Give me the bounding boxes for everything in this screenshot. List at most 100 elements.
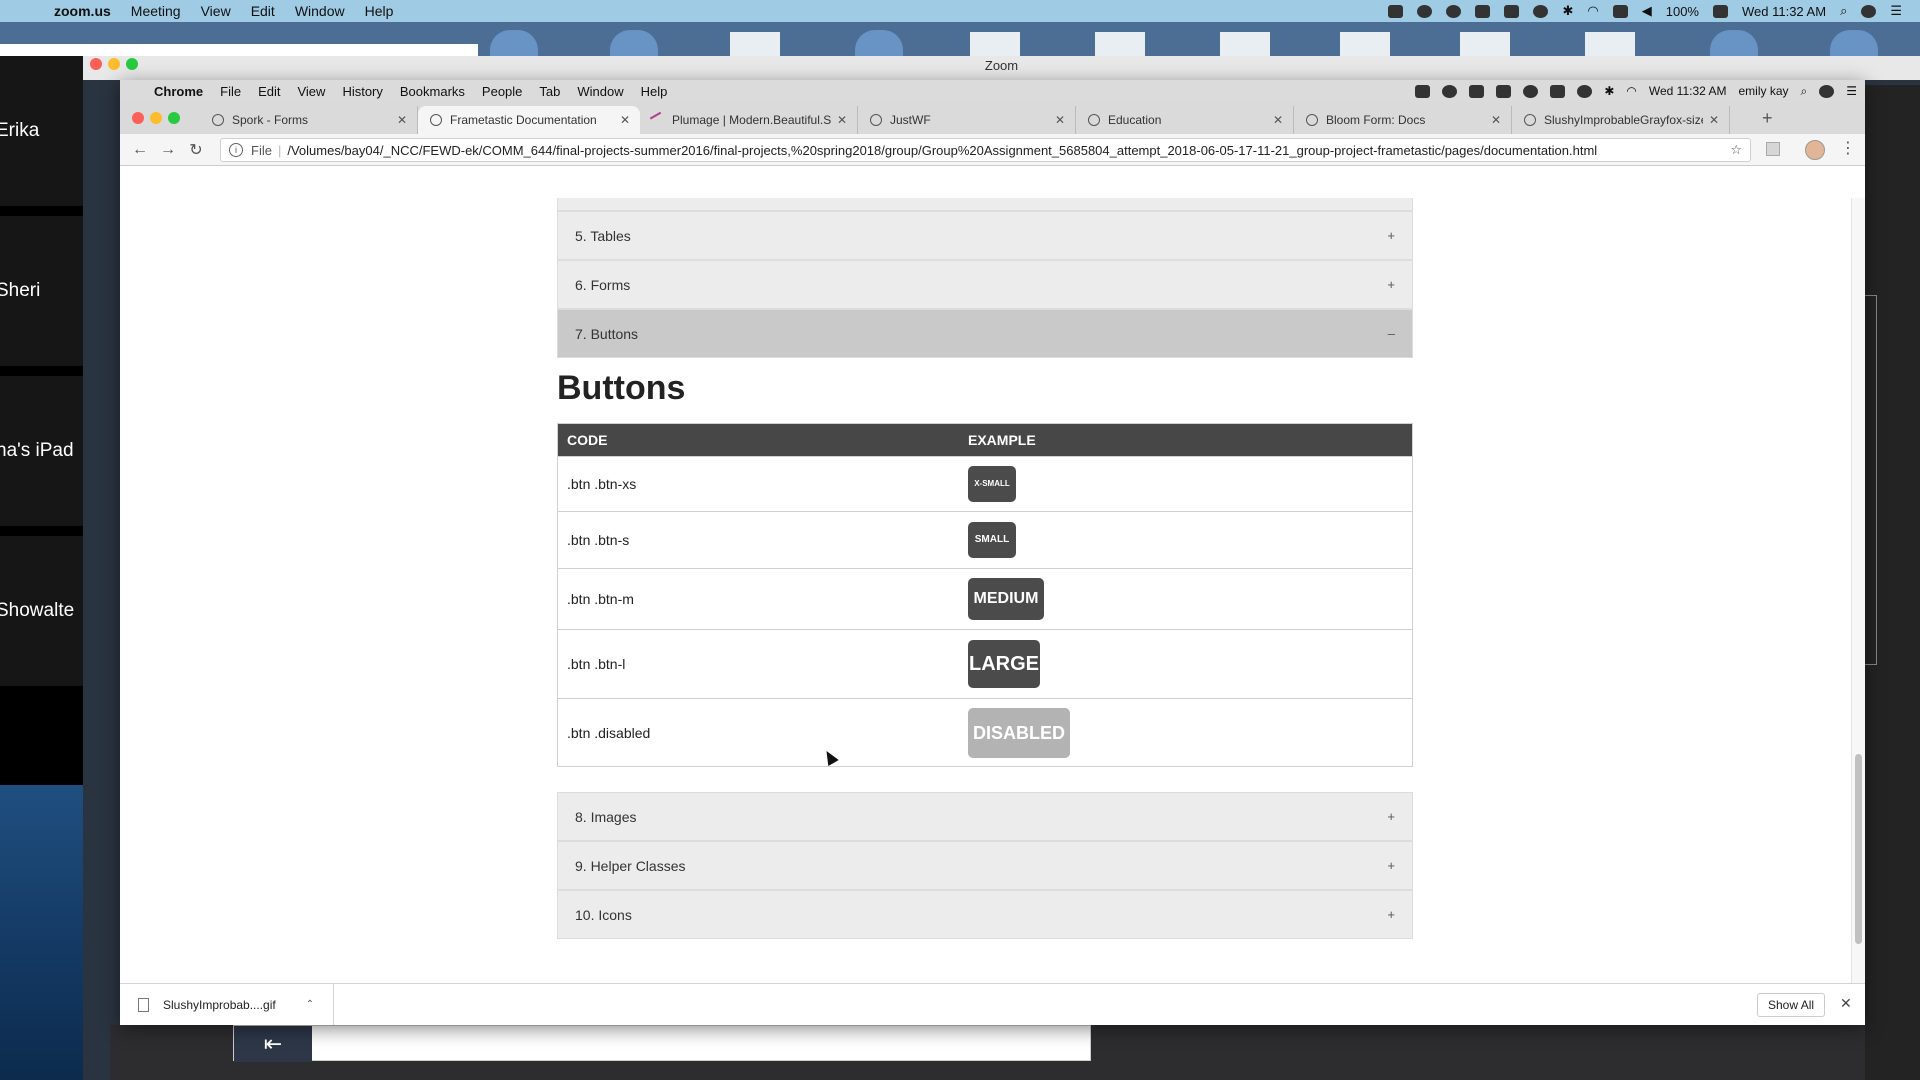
menu-chrome[interactable]: Chrome [154,84,203,99]
time-machine-icon[interactable] [1533,4,1549,18]
menu-meeting[interactable]: Meeting [131,3,181,19]
siri-icon[interactable] [1819,84,1835,98]
chrome-menubar-clock[interactable]: Wed 11:32 AM [1649,84,1727,98]
menu-file[interactable]: File [220,84,241,99]
participant-tile[interactable]: Erika [0,56,83,206]
spotify-icon[interactable] [1523,84,1539,98]
collapse-arrow-icon[interactable]: ⇤ [234,1026,312,1062]
siri-icon[interactable] [1861,4,1877,18]
menu-bookmarks[interactable]: Bookmarks [400,84,465,99]
accordion-item-forms[interactable]: 6. Forms + [557,260,1413,309]
large-button[interactable]: LARGE [968,640,1040,688]
browser-tab[interactable]: Plumage | Modern.Beautiful.Si ✕ [640,106,858,134]
menubar-clock[interactable]: Wed 11:32 AM [1742,4,1826,19]
close-tab-icon[interactable]: ✕ [397,113,407,127]
wifi-icon[interactable]: ◠ [1587,3,1598,19]
time-machine-icon[interactable] [1577,84,1593,98]
profile-avatar[interactable] [1805,140,1825,160]
participant-tile[interactable]: Sheri [0,216,83,366]
dropbox-icon[interactable] [1475,4,1491,18]
screen-icon[interactable] [1496,84,1512,98]
scrollbar-thumb[interactable] [1855,754,1862,944]
reload-icon[interactable]: ↻ [182,140,210,160]
browser-tab-active[interactable]: Frametastic Documentation ✕ [418,106,640,134]
x-small-button[interactable]: X-SMALL [968,466,1016,502]
input-source-icon[interactable] [1612,4,1628,18]
close-tab-icon[interactable]: ✕ [1273,113,1283,127]
messages-icon[interactable] [1417,4,1433,18]
browser-tab[interactable]: Education ✕ [1076,106,1294,134]
chevron-up-icon[interactable]: ⌃ [306,999,314,1010]
forward-arrow-icon[interactable]: → [154,141,182,159]
minimize-window-button[interactable] [108,58,120,70]
show-all-downloads-button[interactable]: Show All [1757,993,1826,1017]
wifi-icon[interactable]: ◠ [1626,84,1636,98]
airplay-icon[interactable] [1550,84,1566,98]
accordion-item-images[interactable]: 8. Images + [557,792,1413,841]
participant-tile[interactable]: Showalte [0,536,83,686]
spotlight-icon[interactable]: ⌕ [1840,3,1847,19]
accordion-item-buttons[interactable]: 7. Buttons – [557,309,1413,358]
menu-view[interactable]: View [297,84,325,99]
close-tab-icon[interactable]: ✕ [620,113,630,127]
browser-tab[interactable]: SlushyImprobableGrayfox-size ✕ [1512,106,1730,134]
browser-tab[interactable]: JustWF ✕ [858,106,1076,134]
airplay-icon[interactable] [1504,4,1520,18]
close-window-button[interactable] [132,112,144,124]
volume-icon[interactable]: ◀ [1642,3,1652,19]
spotlight-icon[interactable]: ⌕ [1801,84,1808,99]
menu-history[interactable]: History [342,84,382,99]
menu-help[interactable]: Help [365,3,394,19]
zoom-window-button[interactable] [168,112,180,124]
small-button[interactable]: SMALL [968,522,1016,558]
close-tab-icon[interactable]: ✕ [837,113,847,127]
puzzle-icon[interactable] [1469,84,1485,98]
browser-tab[interactable]: Bloom Form: Docs ✕ [1294,106,1512,134]
menu-tab[interactable]: Tab [539,84,560,99]
bookmark-star-icon[interactable]: ☆ [1730,142,1742,158]
zoom-window-button[interactable] [126,58,138,70]
menu-view[interactable]: View [201,3,231,19]
participant-tile[interactable]: na's iPad [0,376,83,526]
download-item[interactable]: SlushyImprobab....gif ⌃ [120,983,334,1025]
close-tab-icon[interactable]: ✕ [1709,113,1719,127]
address-bar[interactable]: i File | /Volumes/bay04/_NCC/FEWD-ek/COM… [220,138,1751,162]
more-menu-icon[interactable]: ⋮ [1840,138,1856,158]
back-arrow-icon[interactable]: ← [126,141,154,159]
browser-tab[interactable]: Spork - Forms ✕ [200,106,418,134]
zoom-status-icon[interactable] [1388,4,1404,18]
zoom-window-title: Zoom [83,56,1920,80]
close-download-bar-icon[interactable]: ✕ [1840,995,1852,1012]
new-tab-button[interactable]: + [1762,108,1773,129]
extension-icon[interactable] [1766,142,1780,156]
close-tab-icon[interactable]: ✕ [1491,113,1501,127]
menu-edit[interactable]: Edit [258,84,280,99]
menu-edit[interactable]: Edit [251,3,275,19]
battery-icon[interactable] [1712,4,1728,18]
dropbox-icon[interactable] [1415,84,1431,98]
info-icon[interactable]: i [229,143,243,157]
user-name[interactable]: emily kay [1738,84,1788,98]
bluetooth-icon[interactable]: ✱ [1604,84,1614,98]
menu-window[interactable]: Window [295,3,345,19]
bluetooth-icon[interactable]: ✱ [1562,3,1573,19]
notification-center-icon[interactable]: ☰ [1846,84,1857,98]
accordion-label: 8. Images [575,808,637,825]
page-scrollbar[interactable] [1851,198,1865,995]
menu-help[interactable]: Help [641,84,668,99]
url-text[interactable]: /Volumes/bay04/_NCC/FEWD-ek/COMM_644/fin… [287,143,1722,158]
accordion-item-helper-classes[interactable]: 9. Helper Classes + [557,841,1413,890]
close-window-button[interactable] [90,58,102,70]
close-tab-icon[interactable]: ✕ [1055,113,1065,127]
creative-cloud-icon[interactable] [1446,4,1462,18]
accordion-item-icons[interactable]: 10. Icons + [557,890,1413,939]
notification-center-icon[interactable]: ☰ [1890,3,1902,19]
medium-button[interactable]: MEDIUM [968,578,1044,620]
menu-app-name[interactable]: zoom.us [54,3,111,19]
accordion-item-tables[interactable]: 5. Tables + [557,211,1413,260]
accordion-item-partial[interactable] [557,198,1413,211]
menu-people[interactable]: People [482,84,522,99]
minimize-window-button[interactable] [150,112,162,124]
creative-cloud-icon[interactable] [1442,84,1458,98]
menu-window[interactable]: Window [577,84,623,99]
